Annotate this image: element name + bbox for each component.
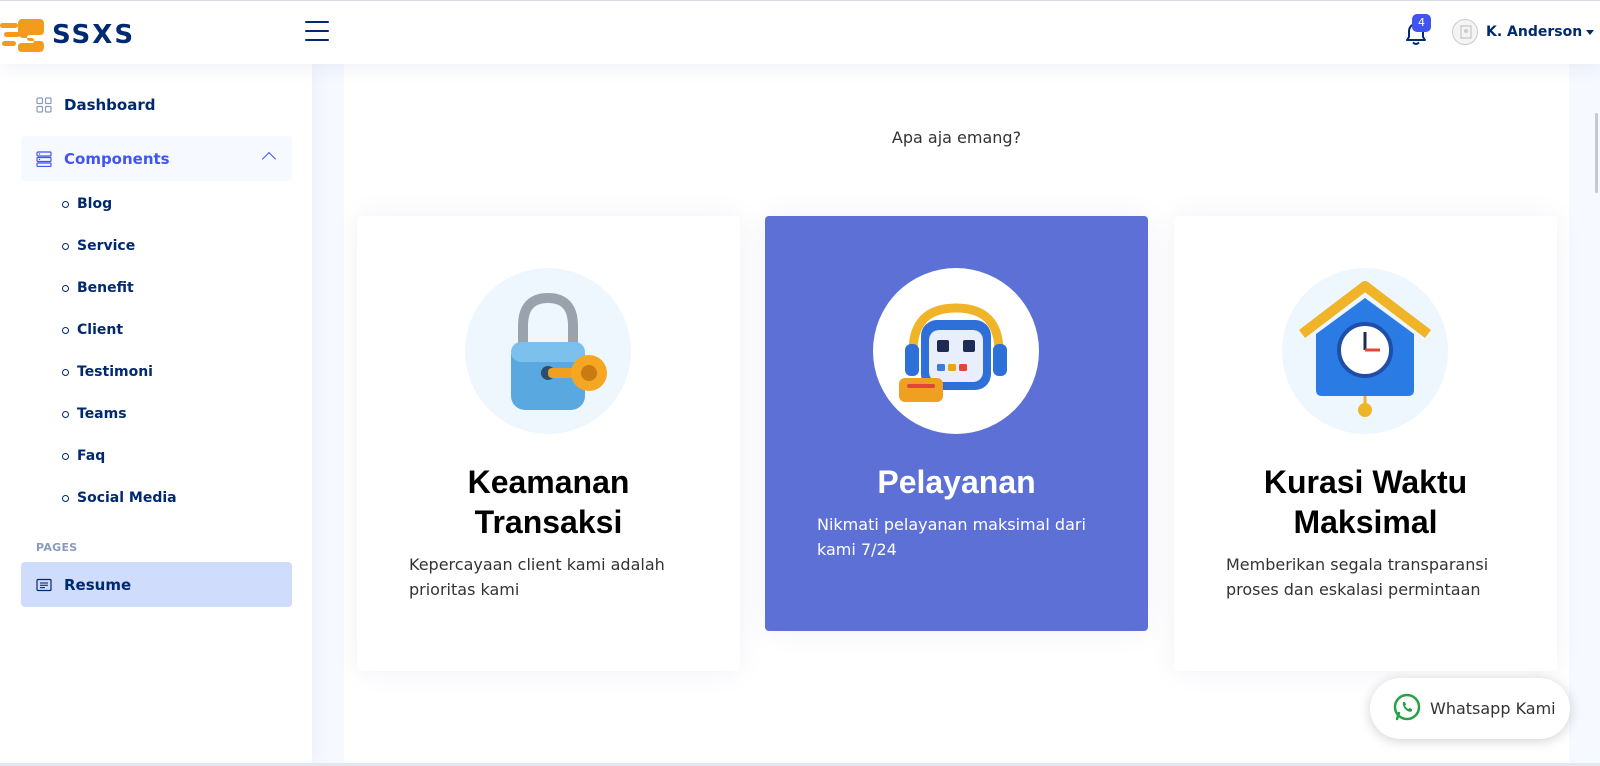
card-text-line: Kepercayaan client kami adalah [409,555,665,574]
card-text: Kepercayaan client kami adalah prioritas… [409,552,709,602]
card-title-line: Transaksi [474,504,623,540]
sidebar-subitem-label: Service [77,238,136,254]
brand-name: SSXS [52,20,136,50]
feature-card-pelayanan: Pelayanan Nikmati pelayanan maksimal dar… [765,216,1148,631]
circle-icon [62,326,69,334]
sidebar-subitem-label: Benefit [77,280,134,296]
sidebar-subitem-service[interactable]: Service [62,238,135,254]
logo-icon [0,15,46,55]
sidebar-subitem-social-media[interactable]: Social Media [62,490,177,506]
logo[interactable]: SSXS [0,15,135,55]
circle-icon [62,284,69,292]
sidebar-subitem-label: Faq [77,448,106,464]
circle-icon [62,452,69,460]
chevron-down-icon [1586,29,1595,35]
card-text: Nikmati pelayanan maksimal dari kami 7/2… [817,512,1117,562]
feature-card-kurasi-waktu: Kurasi Waktu Maksimal Memberikan segala … [1174,216,1557,671]
card-text-line: proses dan eskalasi permintaan [1226,580,1481,599]
sidebar-subitem-label: Teams [77,406,127,422]
scrollbar-thumb[interactable] [1595,113,1598,193]
menu-toggle-icon[interactable] [305,21,329,43]
circle-icon [62,368,69,376]
whatsapp-button[interactable]: Whatsapp Kami [1370,678,1570,739]
sidebar-item-label: Components [64,149,170,168]
sidebar: Dashboard Components Blog Service Benefi… [0,64,312,766]
top-header: SSXS 4 K. Anderson [0,0,1600,64]
sidebar-item-label: Dashboard [64,95,156,114]
user-name: K. Anderson [1486,24,1583,40]
circle-icon [62,410,69,418]
avatar [1452,19,1478,45]
pages-heading: PAGES [36,541,78,554]
sidebar-item-components[interactable]: Components [21,136,292,181]
card-title-line: Keamanan [467,464,630,500]
notification-count-badge: 4 [1412,14,1431,32]
whatsapp-label: Whatsapp Kami [1430,699,1556,718]
card-title-line: Kurasi Waktu [1263,464,1468,500]
card-text-line: prioritas kami [409,580,520,599]
sidebar-item-label: Resume [64,575,132,594]
section-tagline: Apa aja emang? [891,128,1022,147]
sidebar-subitem-benefit[interactable]: Benefit [62,280,134,296]
card-text-line: Memberikan segala transparansi [1226,555,1489,574]
grid-icon [36,96,52,113]
padlock-icon [465,268,631,434]
sidebar-item-dashboard[interactable]: Dashboard [21,82,292,127]
circle-icon [62,242,69,250]
feature-card-keamanan: Keamanan Transaksi Kepercayaan client ka… [357,216,740,671]
circle-icon [62,200,69,208]
profile-dropdown[interactable]: K. Anderson [1452,19,1595,45]
chevron-up-icon [261,151,277,167]
circle-icon [62,494,69,502]
sidebar-subitem-label: Client [77,322,124,338]
server-icon [36,150,52,167]
sidebar-subitem-faq[interactable]: Faq [62,448,105,464]
sidebar-subitem-label: Testimoni [77,364,153,380]
support-robot-icon [873,268,1039,434]
card-title: Kurasi Waktu Maksimal [1194,462,1537,542]
card-text-line: Nikmati pelayanan maksimal dari [817,515,1086,534]
sidebar-subitem-client[interactable]: Client [62,322,123,338]
card-text-icon [36,577,52,593]
sidebar-subitem-blog[interactable]: Blog [62,196,112,212]
card-title: Keamanan Transaksi [377,462,720,542]
sidebar-subitem-label: Social Media [77,490,177,506]
sidebar-item-resume[interactable]: Resume [21,562,292,607]
card-title: Pelayanan [877,464,1036,500]
sidebar-subitem-label: Blog [77,196,113,212]
sidebar-subitem-testimoni[interactable]: Testimoni [62,364,153,380]
card-text-line: kami 7/24 [817,540,897,559]
card-title-line: Maksimal [1293,504,1438,540]
clock-house-icon [1282,268,1448,434]
whatsapp-icon [1392,692,1422,726]
card-text: Memberikan segala transparansi proses da… [1226,552,1526,602]
sidebar-subitem-teams[interactable]: Teams [62,406,127,422]
